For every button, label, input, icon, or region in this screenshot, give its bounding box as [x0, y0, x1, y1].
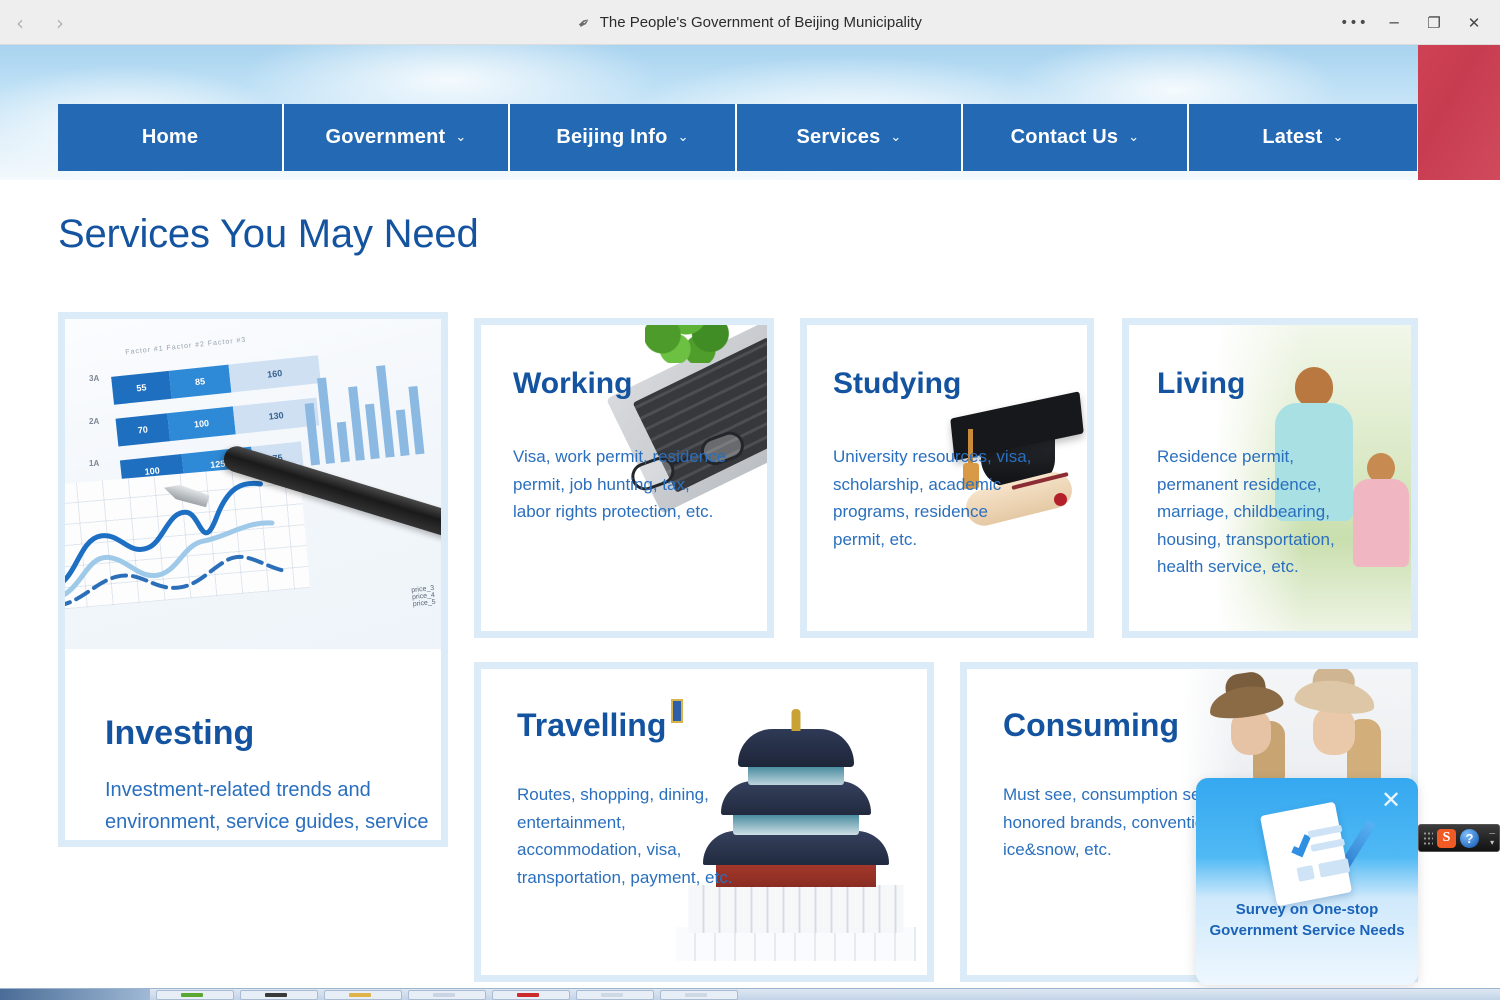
chevron-down-icon: ⌄ [1332, 130, 1344, 145]
close-icon[interactable]: ✕ [1378, 788, 1404, 814]
card-title: Working [513, 367, 633, 400]
card-title: Consuming [1003, 707, 1179, 743]
pin-icon: ✒ [574, 12, 595, 34]
investing-chart-legend: Factor #1 Factor #2 Factor #3 [124, 336, 247, 357]
taskbar-item[interactable] [240, 989, 318, 1000]
father-head-icon [1295, 367, 1333, 407]
nav-item-home[interactable]: Home [58, 104, 284, 171]
card-description: Routes, shopping, dining, entertainment,… [517, 785, 733, 887]
temple-roof-1 [738, 729, 854, 767]
investing-vertical-bars [300, 343, 441, 466]
survey-form-icon [1252, 801, 1377, 907]
back-button[interactable]: ‹ [0, 0, 40, 45]
bar-segment: 55 [111, 370, 172, 405]
plant-icon [645, 325, 731, 363]
card-title: Investing [105, 714, 255, 752]
ime-toolbar[interactable]: S ? ─ ▾ [1418, 824, 1500, 852]
minimize-button[interactable]: ─ [1374, 0, 1414, 45]
main-navigation: Home Government ⌄ Beijing Info ⌄ Service… [58, 104, 1417, 171]
taskbar-item[interactable] [576, 989, 654, 1000]
card-description: Investment-related trends and environmen… [105, 779, 429, 834]
bar-segment: 70 [115, 413, 171, 447]
nav-label: Home [141, 126, 199, 148]
nav-item-government[interactable]: Government ⌄ [284, 104, 510, 171]
chevron-down-icon: ⌄ [890, 130, 902, 145]
card-description: Visa, work permit, residence permit, job… [513, 447, 727, 522]
bar-segment: 100 [167, 406, 236, 442]
windows-taskbar [0, 988, 1500, 1000]
close-button[interactable]: ✕ [1454, 0, 1494, 45]
taskbar-item[interactable] [156, 989, 234, 1000]
seal-icon [1054, 493, 1067, 506]
hat-brim-icon [1293, 676, 1377, 718]
start-button[interactable] [0, 989, 150, 1000]
form-line [1307, 824, 1343, 839]
service-card-travelling[interactable]: Travelling Routes, shopping, dining, ent… [474, 662, 934, 982]
paper-icon [1259, 801, 1353, 907]
service-card-living[interactable]: Living Residence permit, permanent resid… [1122, 318, 1418, 638]
forward-button[interactable]: › [40, 0, 80, 45]
taskbar-item[interactable] [408, 989, 486, 1000]
more-options-button[interactable]: ••• [1334, 0, 1374, 45]
woman-face-icon [1313, 707, 1355, 755]
taskbar-item[interactable] [324, 989, 402, 1000]
ime-minimize-icon[interactable]: ─ [1489, 829, 1495, 838]
ime-controls[interactable]: ─ ▾ [1489, 829, 1495, 847]
browser-nav-arrows: ‹ › [0, 0, 80, 45]
card-title: Living [1157, 367, 1246, 400]
service-card-studying[interactable]: Studying University resources, visa, sch… [800, 318, 1094, 638]
window-title: The People's Government of Beijing Munic… [599, 14, 922, 31]
nav-item-beijing-info[interactable]: Beijing Info ⌄ [510, 104, 737, 171]
temple-plaque [671, 699, 683, 723]
nav-label: Latest [1262, 126, 1323, 148]
chart-axis-label: 2A [89, 417, 100, 426]
chevron-down-icon: ⌄ [1128, 130, 1140, 145]
nav-label: Services [796, 126, 881, 148]
investing-photo: Factor #1 Factor #2 Factor #3 55 85 160 … [65, 319, 441, 649]
service-card-investing[interactable]: Factor #1 Factor #2 Factor #3 55 85 160 … [58, 312, 448, 847]
nav-label: Beijing Info [556, 126, 668, 148]
temple-base-upper [688, 885, 904, 933]
form-line [1296, 865, 1315, 882]
nav-item-contact-us[interactable]: Contact Us ⌄ [963, 104, 1189, 171]
card-title: Studying [833, 367, 962, 400]
chevron-down-icon: ⌄ [677, 130, 689, 145]
header-red-banner [1418, 45, 1500, 180]
taskbar-item[interactable] [492, 989, 570, 1000]
nav-item-services[interactable]: Services ⌄ [737, 104, 963, 171]
window-controls: ••• ─ ❐ ✕ [1334, 0, 1494, 45]
ime-expand-icon[interactable]: ▾ [1490, 838, 1494, 847]
investing-series-legend: price_3 price_4 price_5 [411, 585, 436, 608]
card-description: University resources, visa, scholarship,… [833, 447, 1032, 549]
form-line [1318, 858, 1351, 878]
restore-button[interactable]: ❐ [1414, 0, 1454, 45]
browser-chrome: ‹ › ✒ The People's Government of Beijing… [0, 0, 1500, 45]
card-description: Residence permit, permanent residence, m… [1157, 447, 1335, 577]
help-icon[interactable]: ? [1460, 828, 1479, 848]
window-title-bar: ✒ The People's Government of Beijing Mun… [0, 0, 1500, 45]
chevron-down-icon: ⌄ [455, 130, 467, 145]
chart-axis-label: 1A [89, 459, 100, 468]
chart-axis-label: 3A [89, 374, 100, 383]
sogou-ime-icon[interactable]: S [1437, 828, 1456, 848]
survey-popup[interactable]: ✕ Survey on One-stop Government Service … [1196, 778, 1418, 985]
series-label: price_5 [412, 598, 437, 609]
nav-item-latest[interactable]: Latest ⌄ [1189, 104, 1417, 171]
survey-title: Survey on One-stop Government Service Ne… [1209, 901, 1405, 939]
taskbar-item[interactable] [660, 989, 738, 1000]
page-title: Services You May Need [58, 212, 479, 256]
drag-handle-icon[interactable] [1423, 831, 1433, 845]
service-card-working[interactable]: Working Visa, work permit, residence per… [474, 318, 774, 638]
temple-spire [791, 709, 801, 731]
nav-label: Contact Us [1010, 126, 1119, 148]
bar-segment: 85 [168, 364, 232, 399]
card-title: Travelling [517, 707, 667, 743]
hat-brim-icon [1207, 681, 1285, 723]
nav-label: Government [325, 126, 446, 148]
form-line [1310, 838, 1346, 852]
